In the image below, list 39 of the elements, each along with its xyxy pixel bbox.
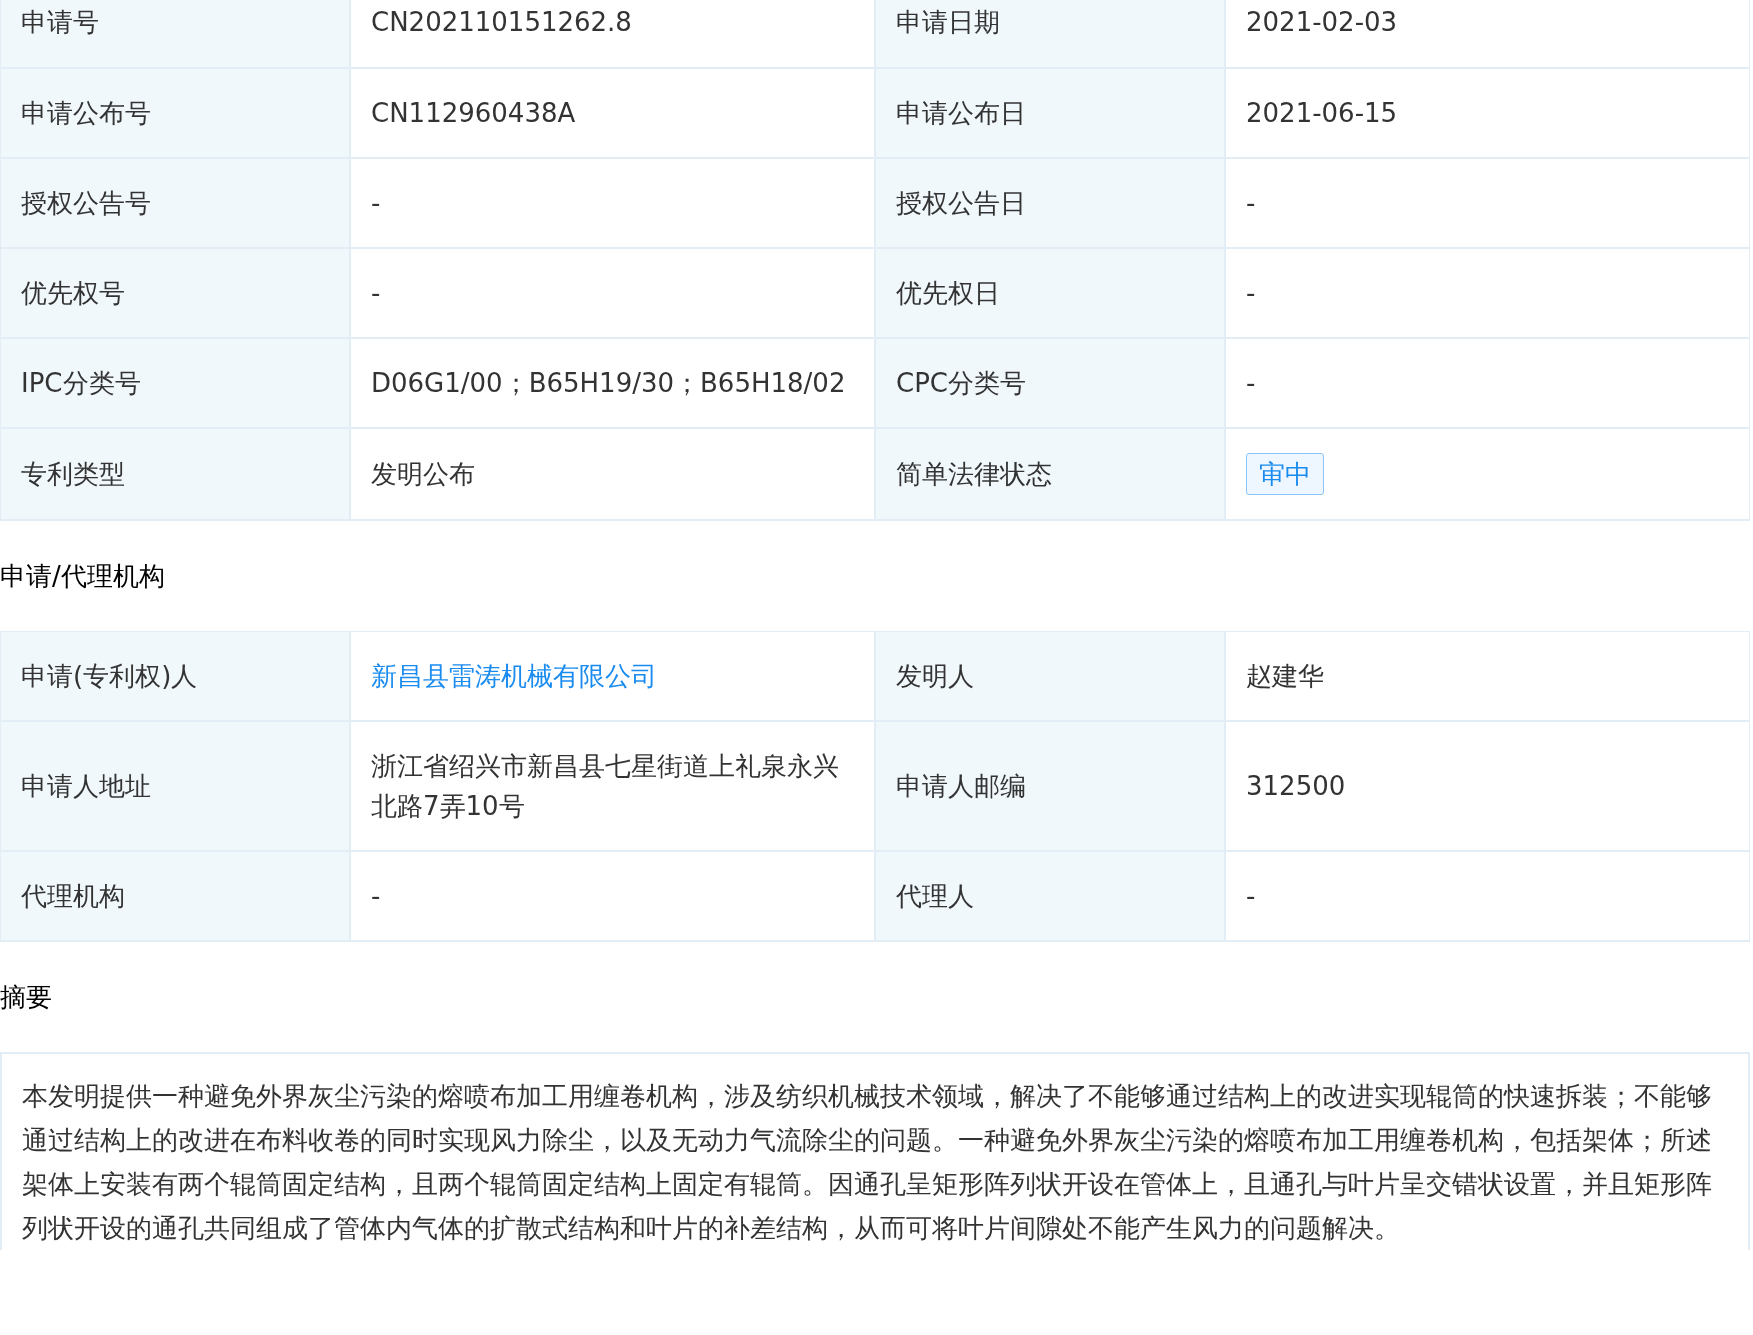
field-value: CN202110151262.8: [351, 0, 876, 69]
field-label: 发明人: [876, 632, 1226, 722]
field-value: -: [1226, 852, 1750, 942]
field-value: 浙江省绍兴市新昌县七星街道上礼泉永兴北路7弄10号: [351, 722, 876, 852]
field-label: 授权公告号: [1, 159, 351, 249]
field-value: -: [1226, 339, 1750, 429]
field-label: 申请日期: [876, 0, 1226, 69]
field-value: -: [351, 249, 876, 339]
field-label: 优先权日: [876, 249, 1226, 339]
abstract-text: 本发明提供一种避免外界灰尘污染的熔喷布加工用缠卷机构，涉及纺织机械技术领域，解决了不能够通过结构上的改进实现辊筒的快速拆装；不能够通过结构上的改进在布料收卷的同时实现风力除尘，以及无动力气流除尘的问题。一种避免外界灰尘污染的熔喷布加工用缠卷机构，包括架体；所述架体上安装有两个辊筒固定结构，且两个辊筒固定结构上固定有辊筒。因通孔呈矩形阵列状开设在管体上，且通孔与叶片呈交错状设置，并且矩形阵列状开设的通孔共同组成了管体内气体的扩散式结构和叶片的补差结构，从而可将叶片间隙处不能产生风力的问题解决。: [0, 1052, 1750, 1250]
section-heading: 申请/代理机构: [0, 559, 166, 593]
field-label: 申请(专利权)人: [1, 632, 351, 722]
field-label: 简单法律状态: [876, 429, 1226, 521]
field-value: 312500: [1226, 722, 1750, 852]
field-value: D06G1/00；B65H19/30；B65H18/02: [351, 339, 876, 429]
field-value: 2021-06-15: [1226, 69, 1750, 159]
field-value: -: [351, 852, 876, 942]
field-label: 申请公布日: [876, 69, 1226, 159]
field-label: IPC分类号: [1, 339, 351, 429]
applicant-link[interactable]: 新昌县雷涛机械有限公司: [371, 656, 657, 696]
field-label: 申请公布号: [1, 69, 351, 159]
field-label: 授权公告日: [876, 159, 1226, 249]
field-label: 申请人地址: [1, 722, 351, 852]
field-label: 申请人邮编: [876, 722, 1226, 852]
section-heading: 摘要: [0, 980, 53, 1014]
field-label: 代理机构: [1, 852, 351, 942]
field-label: 优先权号: [1, 249, 351, 339]
field-value: CN112960438A: [351, 69, 876, 159]
field-value: -: [1226, 159, 1750, 249]
field-value: 2021-02-03: [1226, 0, 1750, 69]
field-value: 发明公布: [351, 429, 876, 521]
field-value: -: [351, 159, 876, 249]
status-tag: 审中: [1246, 453, 1324, 495]
field-label: 专利类型: [1, 429, 351, 521]
field-label: 申请号: [1, 0, 351, 69]
field-value: -: [1226, 249, 1750, 339]
field-value: 赵建华: [1226, 632, 1750, 722]
field-label: CPC分类号: [876, 339, 1226, 429]
field-label: 代理人: [876, 852, 1226, 942]
